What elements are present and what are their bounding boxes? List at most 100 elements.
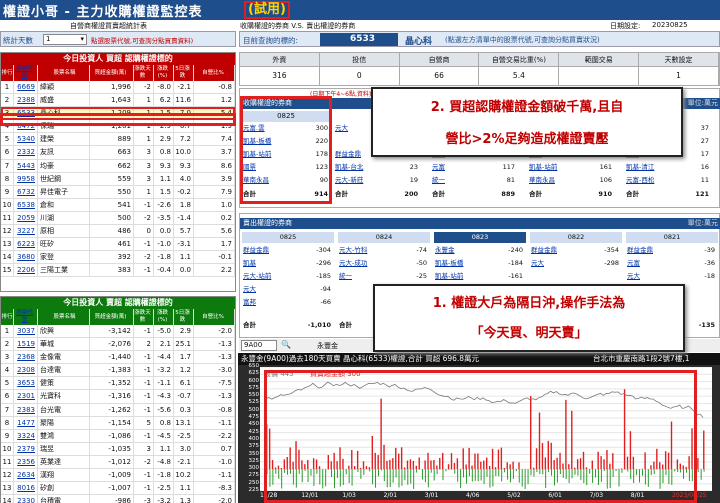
date-value[interactable]: 20230825	[652, 21, 688, 29]
table-row[interactable]: 1 6669 緯穎 1,996 -2 -8.0 -2.1 -0.8	[1, 81, 235, 95]
stock-code-link[interactable]: 1519	[14, 338, 38, 351]
stock-code-link[interactable]: 3227	[14, 225, 38, 238]
table-row[interactable]: 10 2379 瑞昱 -1,035 3 1.1 3.0 0.7	[1, 442, 235, 456]
stock-code-link[interactable]: 6538	[14, 198, 38, 211]
stock-code[interactable]: 6533	[320, 33, 398, 46]
broker-name[interactable]: 凱基	[243, 258, 256, 269]
broker-name[interactable]: 元富	[627, 258, 640, 269]
broker-name[interactable]: 元大	[335, 123, 348, 134]
stock-code-link[interactable]: 3037	[14, 325, 38, 338]
table-row[interactable]: 5 5340 建榮 889 1 2.9 7.2 7.4	[1, 133, 235, 147]
broker-name[interactable]: 元大	[531, 258, 544, 269]
table-row[interactable]: 4 2308 台達電 -1,383 -1 -3.2 1.2 -3.0	[1, 364, 235, 378]
callout-buy-line1: 2. 買超認購權證金額破千萬,且自	[430, 100, 624, 115]
days-select[interactable]: 1 ▾	[43, 34, 87, 45]
stock-code-link[interactable]: 2379	[14, 442, 38, 455]
stock-code-link[interactable]: 6533	[14, 107, 38, 120]
stock-code-link[interactable]: 3324	[14, 429, 38, 442]
stock-code-link[interactable]: 2206	[14, 264, 38, 277]
stock-code-link[interactable]: 1477	[14, 416, 38, 429]
table-row[interactable]: 9 6732 昇佳電子 550 1 1.5 -0.2 7.9	[1, 185, 235, 199]
stock-code-link[interactable]: 3653	[14, 377, 38, 390]
broker-name[interactable]: 元大-新莊	[335, 175, 363, 186]
broker-name[interactable]: 凱基-板橋	[243, 136, 271, 147]
broker-name[interactable]: 群益金鼎	[531, 245, 557, 256]
broker-name[interactable]: 統一	[339, 271, 352, 282]
table-row[interactable]: 2 1519 華城 -2,076 2 2.1 25.1 -1.3	[1, 338, 235, 352]
broker-name[interactable]: 凱基-板橋	[435, 258, 463, 269]
table-row[interactable]: 6 2332 友訊 663 3 0.8 10.0 3.7	[1, 146, 235, 160]
table-row[interactable]: 13 6223 旺矽 461 -1 -1.0 -3.1 1.7	[1, 238, 235, 252]
table-row[interactable]: 8 1477 聚陽 -1,154 5 0.8 13.1 -1.1	[1, 416, 235, 430]
stock-code-link[interactable]: 5443	[14, 159, 38, 172]
broker-name[interactable]: 群益金鼎	[627, 245, 653, 256]
table-row[interactable]: 4 6472 保瑞 1,201 1 2.9 -6.7 1.9	[1, 120, 235, 134]
broker-name[interactable]: 元富	[432, 162, 445, 173]
stock-code-link[interactable]: 2301	[14, 390, 38, 403]
stock-code-link[interactable]: 6732	[14, 185, 38, 198]
stock-code-link[interactable]: 2388	[14, 94, 38, 107]
broker-name[interactable]: 統一	[432, 175, 445, 186]
stock-code-link[interactable]: 9958	[14, 172, 38, 185]
broker-name[interactable]: 華南永昌	[529, 175, 555, 186]
broker-amount: 81	[506, 176, 515, 184]
stock-code-link[interactable]: 2308	[14, 364, 38, 377]
broker-name[interactable]: 凱基-清江	[626, 162, 654, 173]
stock-code-link[interactable]: 6472	[14, 120, 38, 133]
stock-code-link[interactable]: 3680	[14, 251, 38, 264]
table-row[interactable]: 5 3653 健策 -1,352 -1 -1.1 6.1 -7.5	[1, 377, 235, 391]
broker-name[interactable]: 凱基-站前	[435, 271, 463, 282]
broker-code-select[interactable]: 9A00	[241, 340, 277, 351]
broker-name[interactable]: 元大	[243, 284, 256, 295]
table-row[interactable]: 8 9958 世紀鋼 559 3 1.1 4.0 3.9	[1, 172, 235, 186]
table-row[interactable]: 1 3037 欣興 -3,142 -1 -5.0 2.9 -2.0	[1, 325, 235, 339]
stock-code-link[interactable]: 2356	[14, 455, 38, 469]
broker-name[interactable]: 元富.雲	[243, 123, 265, 134]
table-row[interactable]: 12 3227 原相 486 0 0.0 5.7 5.6	[1, 225, 235, 239]
table-row[interactable]: 11 2059 川湖 500 -2 -3.5 -1.4 0.2	[1, 211, 235, 226]
broker-name[interactable]: 元富-西松	[626, 175, 654, 186]
table-row[interactable]: 11 2356 英業達 -1,012 -2 -4.8 -2.1 -1.0	[1, 455, 235, 470]
table-row[interactable]: 9 3324 雙鴻 -1,086 -1 -4.5 -2.5 -2.2	[1, 429, 235, 443]
table-row[interactable]: 3 2368 金像電 -1,440 -1 -4.4 1.7 -1.3	[1, 351, 235, 365]
table-row[interactable]: 15 2206 三陽工業 383 -1 -0.4 0.0 2.2	[1, 264, 235, 278]
broker-name[interactable]: 華南永昌	[243, 175, 269, 186]
broker-name[interactable]: 元大	[627, 271, 640, 282]
broker-name[interactable]: 凱基-站前	[529, 162, 557, 173]
broker-name[interactable]: 凱基-台北	[335, 162, 363, 173]
table-row[interactable]: 14 3680 家登 392 -2 -1.8 1.1 -0.1	[1, 251, 235, 265]
broker-name[interactable]: 凱基-站前	[243, 149, 271, 160]
stock-code-link[interactable]: 6223	[14, 238, 38, 251]
broker-name[interactable]: 國票	[243, 162, 256, 173]
broker-name[interactable]: 群益金鼎	[335, 149, 361, 160]
broker-name[interactable]: 元大-站前	[243, 271, 271, 282]
sell-bar	[451, 469, 453, 470]
broker-name[interactable]: 元大-竹科	[339, 245, 367, 256]
broker-name[interactable]: 群益金鼎	[243, 245, 269, 256]
stock-code-link[interactable]: 2368	[14, 351, 38, 364]
callout-buy-pressure: 2. 買超認購權證金額破千萬,且自 營比>2%足夠造成權證賣壓	[371, 87, 683, 157]
stock-code-link[interactable]: 2634	[14, 469, 38, 482]
table-row[interactable]: 2 2388 威盛 1,643 1 6.2 11.6 1.2	[1, 94, 235, 108]
zoom-icon[interactable]: 🔍	[281, 340, 291, 349]
table-cell: 光寶科	[38, 390, 90, 403]
stock-code-link[interactable]: 2383	[14, 403, 38, 416]
table-row[interactable]: 7 5443 均豪 662 3 9.3 9.3 8.6	[1, 159, 235, 173]
app-title: 權證小哥 - 主力收購權證監控表	[3, 5, 203, 20]
table-row[interactable]: 14 2330 台積電 -986 -3 -3.2 1.3 -2.0	[1, 495, 235, 503]
table-row[interactable]: 3 6533 晶心科 1,209 1 1.5 7.0 5.4	[1, 107, 235, 121]
stock-code-link[interactable]: 2332	[14, 146, 38, 159]
stock-code-link[interactable]: 2059	[14, 211, 38, 225]
broker-name[interactable]: 富邦	[243, 297, 256, 308]
table-row[interactable]: 10 6538 倉和 541 -1 -2.6 1.8 1.0	[1, 198, 235, 212]
table-row[interactable]: 13 8016 矽創 -1,007 -1 -2.5 1.1 -8.3	[1, 482, 235, 496]
stock-code-link[interactable]: 2330	[14, 495, 38, 503]
broker-name[interactable]: 元大-成功	[339, 258, 367, 269]
table-row[interactable]: 6 2301 光寶科 -1,316 -1 -4.3 -0.7 -1.3	[1, 390, 235, 404]
table-row[interactable]: 12 2634 漢翔 -1,009 -1 -1.8 10.2 -1.1	[1, 469, 235, 483]
stock-code-link[interactable]: 8016	[14, 482, 38, 495]
broker-name[interactable]: 永豐金	[435, 245, 455, 256]
stock-code-link[interactable]: 6669	[14, 81, 38, 94]
table-row[interactable]: 7 2383 台光電 -1,262 -1 -5.6 0.3 -0.8	[1, 403, 235, 417]
stock-code-link[interactable]: 5340	[14, 133, 38, 146]
